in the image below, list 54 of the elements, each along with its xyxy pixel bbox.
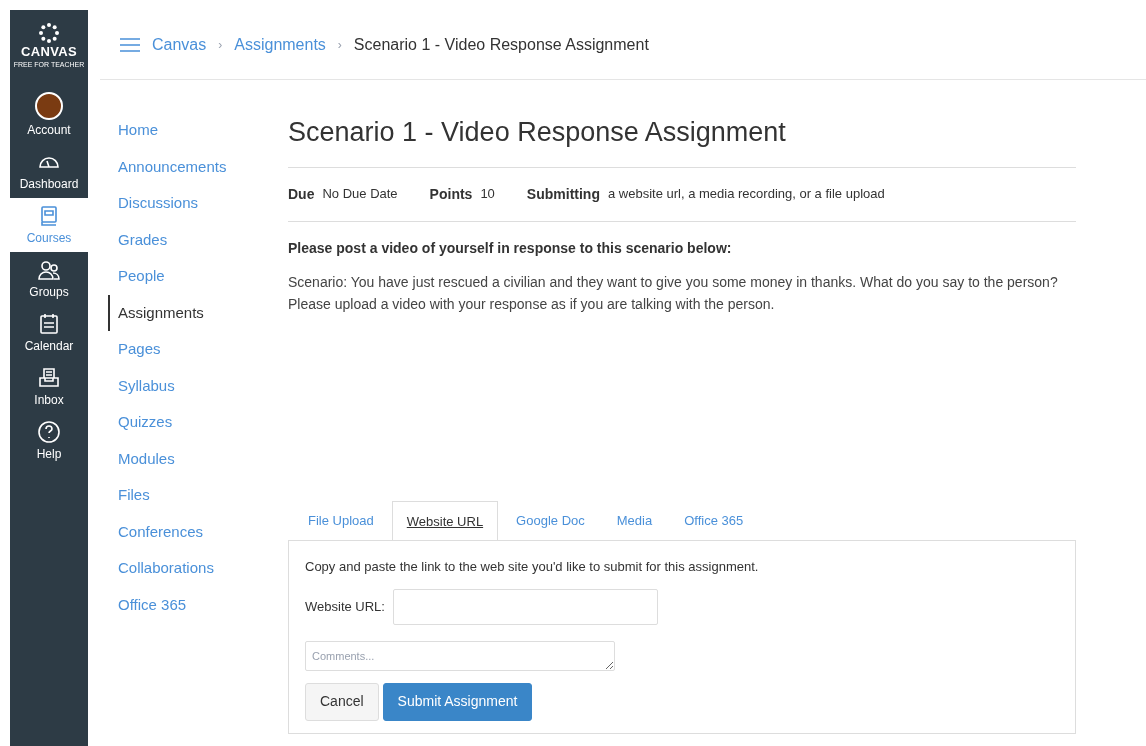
course-nav-item[interactable]: Conferences [108,513,288,550]
course-nav-item[interactable]: Quizzes [108,404,288,441]
global-nav-item[interactable]: Dashboard [10,144,88,198]
course-nav-item[interactable]: Modules [108,440,288,477]
course-nav-item[interactable]: Files [108,477,288,514]
submission-tab[interactable]: Google Doc [502,500,599,540]
comments-field[interactable]: Comments... [305,640,615,671]
inbox-icon [37,366,61,390]
detail-value: No Due Date [322,184,398,203]
submission-tab[interactable]: File Upload [294,500,388,540]
logo-text: CANVAS [21,44,77,60]
course-nav-item[interactable]: Office 365 [108,586,288,623]
breadcrumb-separator: › [337,36,342,54]
global-nav-item[interactable]: Account [10,86,88,144]
global-nav-item[interactable]: Help [10,414,88,468]
breadcrumb-separator: › [218,36,223,54]
course-nav-item[interactable]: Home [108,112,288,149]
course-nav-item[interactable]: Syllabus [108,367,288,404]
assignment-title: Scenario 1 - Video Response Assignment [288,112,1076,168]
url-field[interactable] [392,588,658,625]
scenario-text: Scenario: You have just rescued a civilian and they want to give you some money in thanks. What do you say to the person? Please upload a video with your response as if you are talking with the person. [288,272,1059,314]
logo-icon [38,22,60,44]
page-title-crumb: Scenario 1 - Video Response Assignment [353,34,649,55]
menu-icon[interactable] [120,37,140,52]
breadcrumb-link[interactable]: Canvas [152,32,207,57]
avatar-icon [35,92,63,120]
course-nav-item[interactable]: Announcements [108,148,288,185]
global-nav-item[interactable]: Courses [10,198,88,252]
people-icon [37,258,61,282]
detail-label: Submitting [526,184,600,204]
submission-tab[interactable]: Office 365 [670,500,758,540]
course-nav-item[interactable]: Grades [108,221,288,258]
global-nav-item[interactable]: Inbox [10,360,88,414]
detail-label: Due [288,184,315,204]
breadcrumb-link[interactable]: Assignments [234,32,326,57]
course-nav-item[interactable]: Collaborations [108,550,288,587]
submit-button[interactable]: Submit Assignment [382,682,533,721]
detail-label: Points [429,184,473,204]
detail-value: 10 [480,184,495,203]
submission-tab[interactable]: Website URL [391,500,499,541]
cancel-button[interactable]: Cancel [305,682,379,721]
course-nav-item[interactable]: Pages [108,331,288,368]
field-label: Website URL: [305,597,385,616]
global-nav-item[interactable]: Calendar [10,306,88,360]
course-nav-item[interactable]: Discussions [108,185,288,222]
course-nav-item[interactable]: People [108,258,288,295]
global-nav-item[interactable]: Groups [10,252,88,306]
course-nav-item[interactable]: Assignments [108,294,288,331]
calendar-icon [37,312,61,336]
submission-tab[interactable]: Media [602,500,667,540]
detail-value: a website url, a media recording, or a file upload [607,184,885,203]
prompt-text: Please post a video of yourself in response to this scenario below: [288,238,733,258]
help-icon [37,420,61,444]
instructions-text: Copy and paste the link to the web site you'd like to submit for this assignment. [305,558,760,576]
